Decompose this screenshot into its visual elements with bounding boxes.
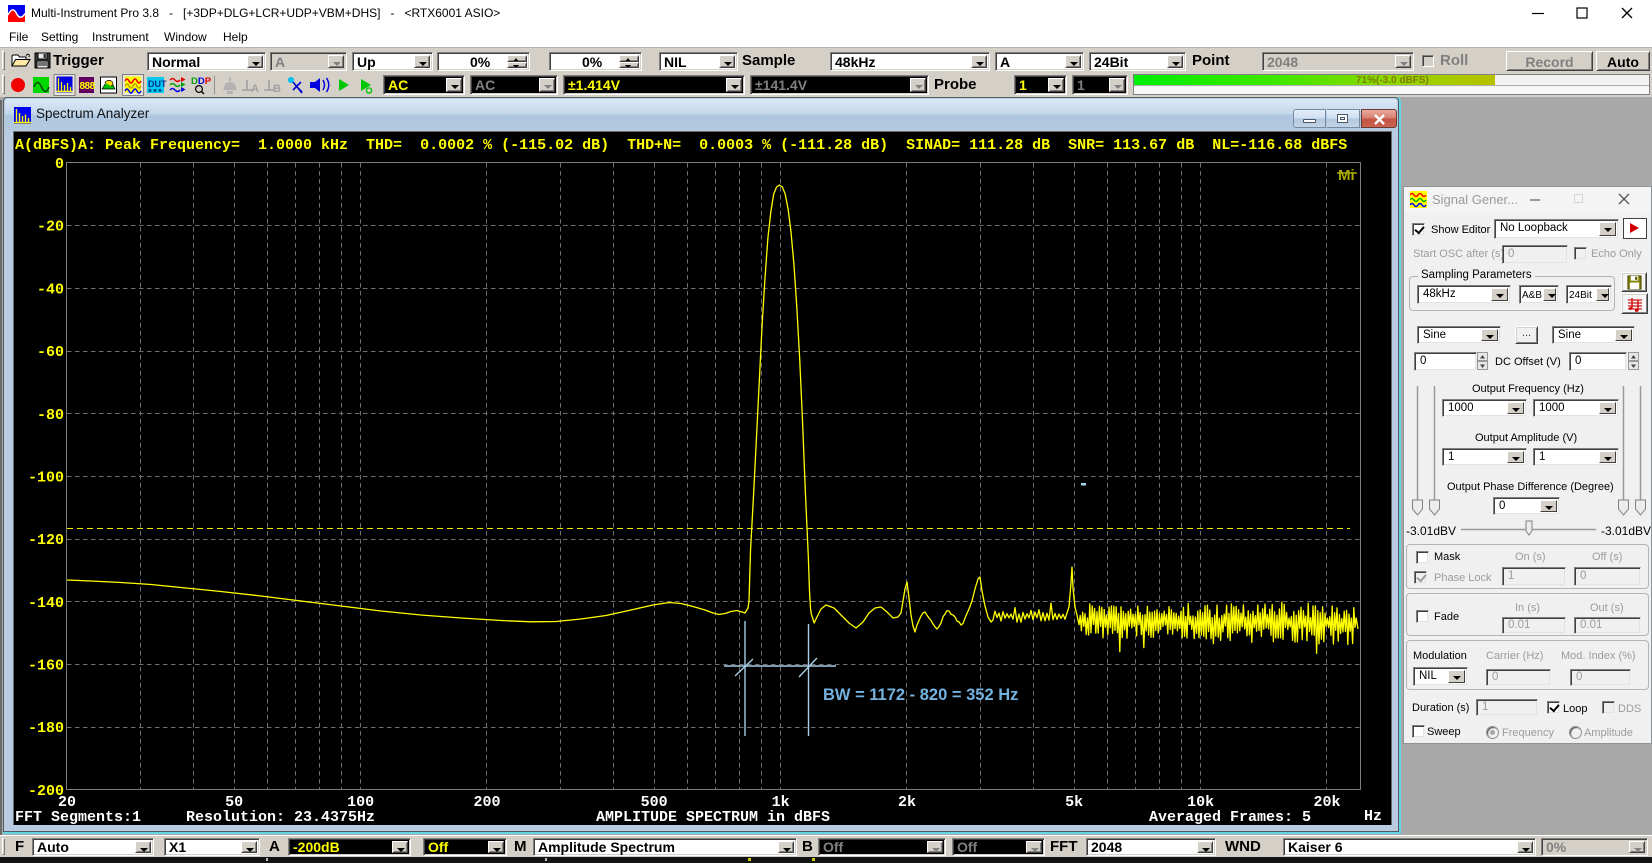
svg-text:5k: 5k bbox=[1065, 794, 1083, 811]
svg-text:-20: -20 bbox=[37, 219, 64, 236]
svg-text:-160: -160 bbox=[28, 658, 64, 675]
svg-text:B: B bbox=[273, 83, 281, 95]
svg-text:-100: -100 bbox=[28, 469, 64, 486]
svg-text:BW = 1172 - 820 = 352 Hz: BW = 1172 - 820 = 352 Hz bbox=[823, 686, 1018, 704]
svg-text:A(dBFS)A: Peak Frequency= 1.0: A(dBFS)A: Peak Frequency= 1.0000 kHz THD… bbox=[15, 137, 1347, 154]
svg-text:-120: -120 bbox=[28, 532, 64, 549]
svg-text:20k: 20k bbox=[1313, 794, 1340, 811]
svg-text:DDP: DDP bbox=[191, 76, 212, 87]
svg-text:-80: -80 bbox=[37, 407, 64, 424]
svg-text:-40: -40 bbox=[37, 281, 64, 298]
svg-text:-140: -140 bbox=[28, 595, 64, 612]
svg-text:DUT: DUT bbox=[148, 79, 167, 89]
svg-text:-180: -180 bbox=[28, 720, 64, 737]
svg-text:-60: -60 bbox=[37, 344, 64, 361]
svg-text:AMPLITUDE SPECTRUM in dBFS: AMPLITUDE SPECTRUM in dBFS bbox=[596, 809, 830, 826]
svg-text:Hz: Hz bbox=[1364, 808, 1382, 825]
svg-text:Averaged Frames: 5: Averaged Frames: 5 bbox=[1149, 809, 1311, 826]
svg-text:0: 0 bbox=[55, 156, 64, 173]
svg-text:Mi: Mi bbox=[1338, 167, 1355, 184]
svg-text:FFT Segments:1: FFT Segments:1 bbox=[15, 809, 141, 826]
svg-text:888: 888 bbox=[80, 81, 96, 92]
svg-text:Resolution: 23.4375Hz: Resolution: 23.4375Hz bbox=[186, 809, 375, 826]
svg-text:200: 200 bbox=[473, 794, 500, 811]
svg-text:A: A bbox=[251, 83, 259, 95]
svg-text:2k: 2k bbox=[898, 794, 916, 811]
